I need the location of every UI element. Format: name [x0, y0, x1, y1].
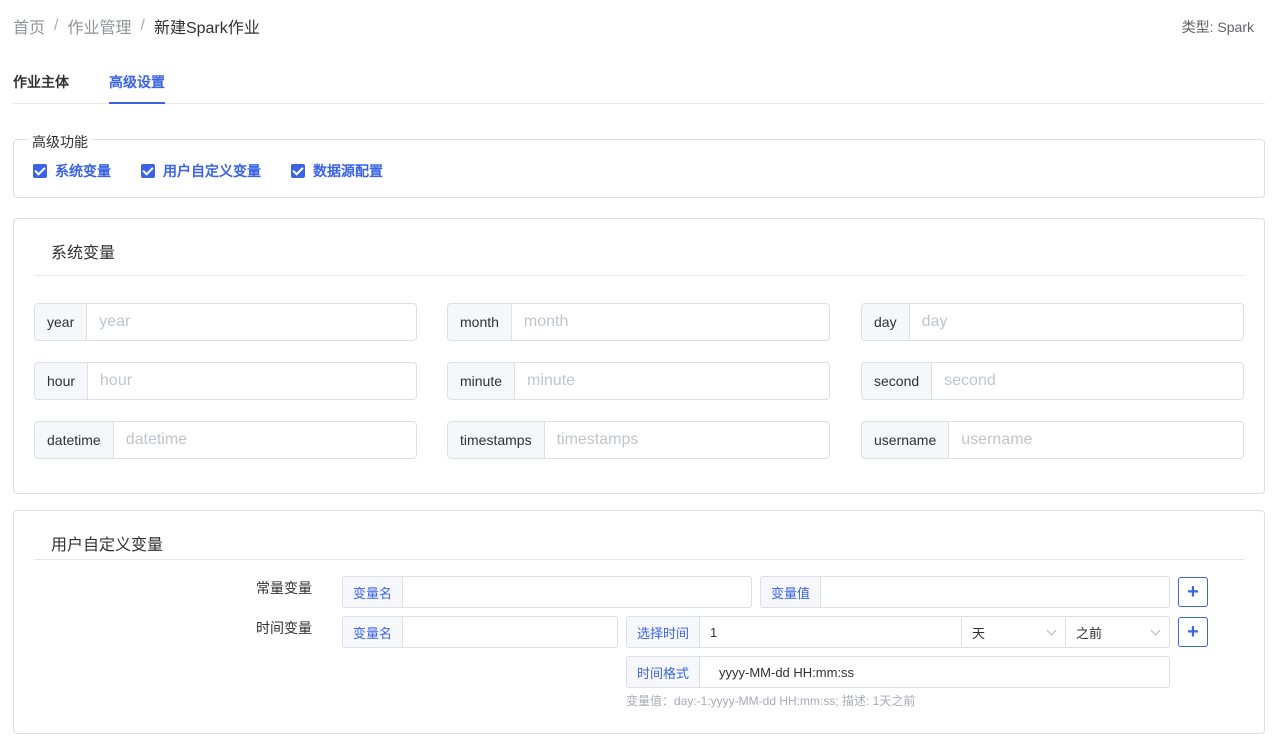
user-variables-title: 用户自定义变量 — [51, 537, 164, 554]
tab-advanced-settings[interactable]: 高级设置 — [109, 72, 165, 92]
sysvar-timestamps-input[interactable] — [544, 422, 829, 458]
time-unit-value: 天 — [972, 625, 986, 641]
constant-variable-value-input[interactable] — [821, 577, 1169, 607]
time-format-group: 时间格式 yyyy-MM-dd HH:mm:ss — [626, 656, 1170, 688]
time-variable-hint: 变量值：day:-1;yyyy-MM-dd HH:mm:ss; 描述: 1天之前 — [626, 694, 916, 708]
add-constant-variable-button[interactable]: + — [1178, 577, 1208, 607]
sysvar-month-input[interactable] — [511, 304, 829, 340]
sysvar-minute-input[interactable] — [515, 363, 829, 399]
sysvar-hour-input[interactable] — [88, 363, 416, 399]
sysvar-day: day — [861, 303, 1244, 341]
sysvar-hour: hour — [34, 362, 417, 400]
system-variables-card: 系统变量 year month day hour minute second d… — [13, 218, 1265, 494]
chevron-down-icon — [1046, 625, 1057, 635]
time-variable-name-group: 变量名 — [342, 616, 618, 648]
time-amount-input[interactable] — [700, 617, 961, 647]
sysvar-label: month — [448, 304, 512, 340]
time-select-group: 选择时间 天 之前 — [626, 616, 1170, 648]
time-unit-select[interactable]: 天 — [961, 617, 1065, 647]
time-direction-value: 之前 — [1076, 625, 1103, 641]
sysvar-second-input[interactable] — [932, 363, 1243, 399]
variable-name-label: 变量名 — [343, 577, 404, 607]
sysvar-datetime: datetime — [34, 421, 417, 459]
checkbox-system-variables[interactable]: 系统变量 — [33, 161, 111, 181]
tab-job-body[interactable]: 作业主体 — [13, 72, 69, 92]
checkbox-label[interactable]: 数据源配置 — [313, 161, 383, 181]
advanced-features-legend: 高级功能 — [28, 132, 92, 152]
time-format-value[interactable]: yyyy-MM-dd HH:mm:ss — [700, 657, 1169, 687]
tab-bar: 作业主体 高级设置 — [13, 62, 1265, 104]
checkbox-label[interactable]: 用户自定义变量 — [163, 161, 261, 181]
select-time-label: 选择时间 — [627, 617, 701, 647]
checkbox-checked-icon[interactable] — [33, 164, 47, 178]
breadcrumb-current: 新建Spark作业 — [153, 20, 260, 37]
sysvar-username-input[interactable] — [949, 422, 1243, 458]
time-format-label: 时间格式 — [627, 657, 701, 687]
sysvar-label: minute — [448, 363, 516, 399]
time-variable-name-input[interactable] — [403, 617, 617, 647]
sysvar-label: datetime — [35, 422, 114, 458]
constant-variable-value-group: 变量值 — [760, 576, 1170, 608]
sysvar-second: second — [861, 362, 1244, 400]
divider — [34, 559, 1244, 560]
breadcrumb-separator: / — [140, 17, 145, 34]
breadcrumb: 首页 / 作业管理 / 新建Spark作业 — [13, 15, 260, 37]
add-time-variable-button[interactable]: + — [1178, 617, 1208, 647]
checkbox-checked-icon[interactable] — [141, 164, 155, 178]
sysvar-year-input[interactable] — [87, 304, 416, 340]
system-variables-title: 系统变量 — [51, 245, 116, 262]
sysvar-label: year — [35, 304, 88, 340]
constant-variable-name-input[interactable] — [403, 577, 751, 607]
time-variable-label: 时间变量 — [256, 620, 312, 636]
breadcrumb-job-management[interactable]: 作业管理 — [67, 14, 131, 38]
sysvar-label: second — [862, 363, 933, 399]
sysvar-minute: minute — [447, 362, 830, 400]
checkbox-user-variables[interactable]: 用户自定义变量 — [141, 161, 261, 181]
checkbox-label[interactable]: 系统变量 — [55, 161, 111, 181]
advanced-features-group: 高级功能 系统变量 用户自定义变量 数据源配置 — [13, 132, 1265, 198]
sysvar-year: year — [34, 303, 417, 341]
sysvar-month: month — [447, 303, 830, 341]
checkbox-datasource-config[interactable]: 数据源配置 — [291, 161, 383, 181]
variable-name-label: 变量名 — [343, 617, 404, 647]
constant-variable-label: 常量变量 — [256, 580, 312, 596]
sysvar-label: day — [862, 304, 910, 340]
constant-variable-name-group: 变量名 — [342, 576, 752, 608]
sysvar-timestamps: timestamps — [447, 421, 830, 459]
time-direction-select[interactable]: 之前 — [1065, 617, 1169, 647]
sysvar-day-input[interactable] — [909, 304, 1243, 340]
variable-value-label: 变量值 — [761, 577, 822, 607]
checkbox-checked-icon[interactable] — [291, 164, 305, 178]
active-tab-indicator — [109, 102, 165, 104]
sysvar-datetime-input[interactable] — [113, 422, 416, 458]
sysvar-label: hour — [35, 363, 89, 399]
divider — [34, 275, 1244, 276]
job-type-label: 类型: Spark — [1181, 19, 1254, 35]
breadcrumb-separator: / — [54, 17, 59, 34]
breadcrumb-home[interactable]: 首页 — [13, 14, 45, 38]
sysvar-label: timestamps — [448, 422, 545, 458]
advanced-features-options: 系统变量 用户自定义变量 数据源配置 — [33, 161, 413, 181]
sysvar-username: username — [861, 421, 1244, 459]
sysvar-label: username — [862, 422, 950, 458]
chevron-down-icon — [1150, 625, 1161, 635]
